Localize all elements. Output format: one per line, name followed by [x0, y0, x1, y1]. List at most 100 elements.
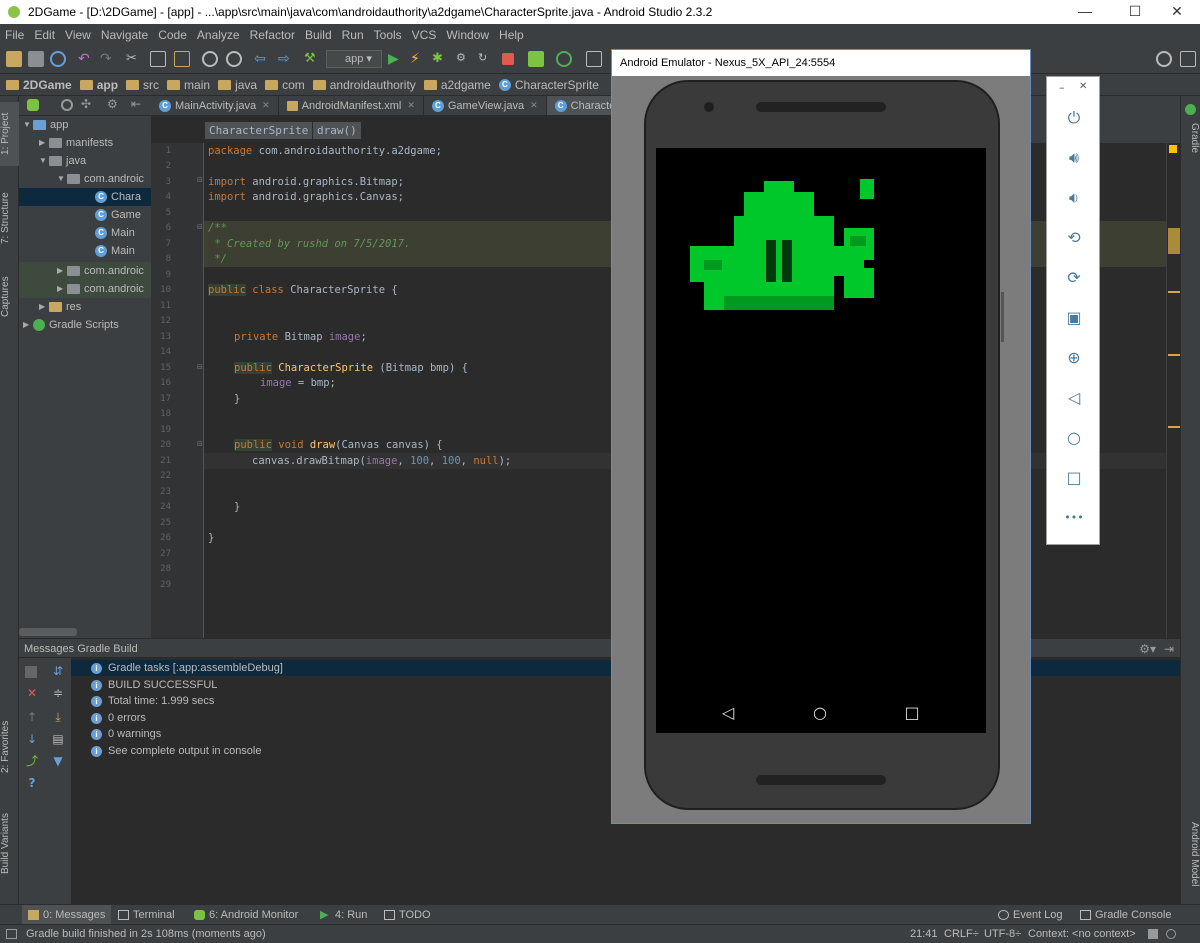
help-icon[interactable]: ?: [25, 776, 39, 790]
tab-event-log[interactable]: Event Log: [998, 905, 1063, 925]
breadcrumb-java[interactable]: java: [218, 78, 257, 92]
maximize-button[interactable]: ☐: [1112, 0, 1158, 24]
menu-code[interactable]: Code: [153, 28, 192, 42]
tab-favorites[interactable]: 2: Favorites: [0, 712, 19, 782]
close-button[interactable]: ✕: [1154, 0, 1200, 24]
breadcrumb-src[interactable]: src: [126, 78, 159, 92]
replace-icon[interactable]: [226, 51, 242, 67]
menu-help[interactable]: Help: [494, 28, 529, 42]
tab-messages[interactable]: 0: Messages: [22, 905, 112, 925]
copy-icon[interactable]: [150, 51, 166, 67]
filter-icon[interactable]: ▼: [51, 754, 65, 768]
more-icon[interactable]: •••: [1063, 507, 1085, 529]
tab-gameview[interactable]: C GameView.java ✕: [424, 96, 547, 115]
overview-icon[interactable]: □: [1063, 467, 1085, 489]
expand-all-icon[interactable]: ⇵: [51, 664, 65, 678]
home-icon[interactable]: ○: [1063, 427, 1085, 449]
tab-gradle[interactable]: Gradle: [1181, 118, 1200, 158]
find-icon[interactable]: [202, 51, 218, 67]
collapse-all-icon[interactable]: ≑: [51, 686, 65, 700]
menu-build[interactable]: Build: [300, 28, 337, 42]
breadcrumb-charactersprite[interactable]: C CharacterSprite: [498, 78, 599, 92]
tree-item-res[interactable]: ▶ res: [39, 298, 81, 316]
tab-mainactivity[interactable]: C MainActivity.java ✕: [151, 96, 279, 115]
breadcrumb-com[interactable]: com: [265, 78, 305, 92]
menu-analyze[interactable]: Analyze: [192, 28, 245, 42]
toggle-tool-windows-icon[interactable]: [6, 929, 17, 939]
screenshot-icon[interactable]: ▣: [1063, 307, 1085, 329]
sync-icon[interactable]: [50, 51, 66, 67]
android-view-icon[interactable]: [27, 99, 39, 111]
menu-edit[interactable]: Edit: [29, 28, 60, 42]
tree-item-manifests[interactable]: ▶ manifests: [39, 134, 113, 152]
back-icon[interactable]: ⇦: [254, 51, 270, 67]
run-config-select[interactable]: app ▾: [326, 50, 382, 68]
save-icon[interactable]: [28, 51, 44, 67]
message-item[interactable]: i 0 errors: [91, 710, 146, 726]
project-scrollbar[interactable]: [19, 628, 77, 636]
rotate-right-icon[interactable]: ⟳: [1063, 267, 1085, 289]
breadcrumb-project[interactable]: 2DGame: [6, 78, 72, 92]
close-icon[interactable]: ✕: [25, 686, 39, 700]
run-icon[interactable]: ▶: [388, 51, 404, 67]
volume-up-icon[interactable]: 🔊︎: [1063, 147, 1085, 169]
lock-icon[interactable]: [1148, 929, 1158, 939]
export-icon[interactable]: ⤓: [51, 710, 65, 724]
context-indicator[interactable]: Context: <no context>: [1028, 925, 1136, 943]
make-project-icon[interactable]: ⚒: [304, 51, 320, 67]
crumb-class[interactable]: CharacterSprite: [205, 122, 313, 139]
forward-icon[interactable]: ⇨: [278, 51, 294, 67]
tree-item-app[interactable]: ▼ app: [23, 116, 68, 134]
menu-window[interactable]: Window: [441, 28, 494, 42]
open-folder-icon[interactable]: [6, 51, 22, 67]
breadcrumb-androidauthority[interactable]: androidauthority: [312, 78, 416, 92]
hide-panel-icon[interactable]: ⇥: [1164, 639, 1174, 659]
tab-structure[interactable]: 7: Structure: [0, 182, 19, 254]
close-tab-icon[interactable]: ✕: [530, 100, 538, 111]
panel-minimize-button[interactable]: –: [1059, 81, 1065, 94]
tree-item-charactersprite[interactable]: C Chara: [19, 188, 151, 206]
tree-item-package[interactable]: ▼ com.androic: [57, 170, 144, 188]
sdk-manager-icon[interactable]: [556, 51, 572, 67]
close-tab-icon[interactable]: ✕: [262, 100, 270, 111]
autoscroll-icon[interactable]: ⤴: [25, 754, 39, 768]
fold-marker-icon[interactable]: ⊟: [197, 440, 203, 448]
paste-icon[interactable]: [174, 51, 190, 67]
tree-item-gameview[interactable]: C Game: [95, 206, 141, 224]
crumb-method[interactable]: draw(): [313, 122, 361, 139]
device-monitor-icon[interactable]: [586, 51, 602, 67]
previous-icon[interactable]: ↑: [25, 710, 39, 724]
menu-run[interactable]: Run: [337, 28, 369, 42]
tree-item-java[interactable]: ▼ java: [39, 152, 86, 170]
recents-nav-icon[interactable]: □: [902, 703, 922, 722]
fold-marker-icon[interactable]: ⊟: [197, 363, 203, 371]
breadcrumb-a2dgame[interactable]: a2dgame: [423, 78, 491, 92]
power-icon[interactable]: ⏻: [1063, 107, 1085, 129]
hide-panel-icon[interactable]: ⇤: [131, 97, 141, 111]
back-nav-icon[interactable]: ◁: [718, 703, 738, 722]
panel-close-button[interactable]: ✕: [1079, 81, 1087, 92]
scroll-from-source-icon[interactable]: [61, 99, 73, 111]
tab-project[interactable]: 1: Project: [0, 102, 19, 166]
phone-screen[interactable]: ◁ ○ □: [656, 148, 986, 733]
file-encoding[interactable]: UTF-8÷: [984, 925, 1021, 943]
scroll-thumb[interactable]: [1168, 228, 1180, 254]
tab-android-monitor[interactable]: 6: Android Monitor: [194, 905, 298, 925]
tab-captures[interactable]: Captures: [0, 266, 19, 328]
message-item[interactable]: i Total time: 1.999 secs: [91, 693, 214, 709]
home-nav-icon[interactable]: ○: [810, 703, 830, 722]
redo-icon[interactable]: ↷: [100, 51, 116, 67]
tree-item-mainthread[interactable]: C Main: [95, 242, 135, 260]
code-editor[interactable]: package com.androidauthority.a2dgame; im…: [204, 143, 612, 638]
rotate-left-icon[interactable]: ⟲: [1063, 227, 1085, 249]
zoom-icon[interactable]: ⊕: [1063, 347, 1085, 369]
back-icon[interactable]: ◁: [1063, 387, 1085, 409]
message-item[interactable]: i BUILD SUCCESSFUL: [91, 677, 217, 693]
avd-manager-icon[interactable]: [528, 51, 544, 67]
menu-refactor[interactable]: Refactor: [245, 28, 300, 42]
tab-terminal[interactable]: Terminal: [118, 905, 175, 925]
print-icon[interactable]: ▤: [51, 732, 65, 746]
instant-run-icon[interactable]: ⚡: [410, 51, 426, 67]
menu-tools[interactable]: Tools: [369, 28, 407, 42]
caret-position[interactable]: 21:41: [910, 925, 938, 943]
